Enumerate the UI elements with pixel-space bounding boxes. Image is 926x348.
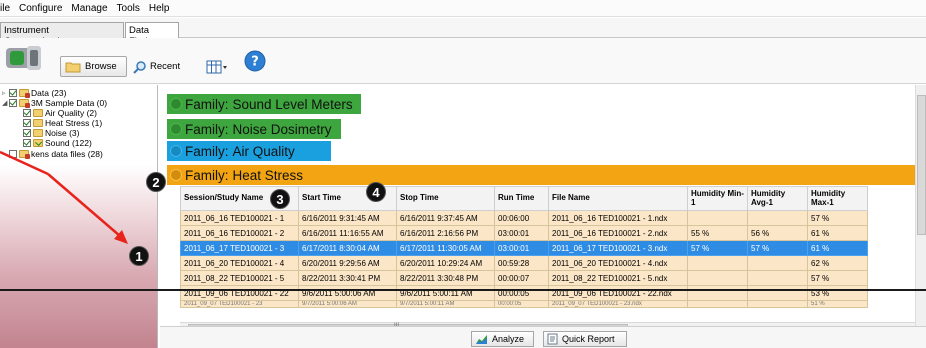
callout-number-1: 1: [129, 246, 149, 266]
annotation-arrow: [0, 150, 128, 244]
callout-number-2: 2: [146, 172, 166, 192]
callout-number-4: 4: [366, 182, 386, 202]
callout-number-3: 3: [270, 189, 290, 209]
